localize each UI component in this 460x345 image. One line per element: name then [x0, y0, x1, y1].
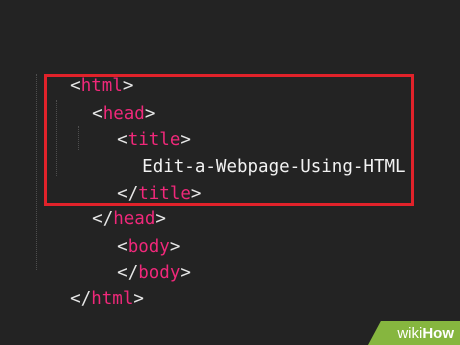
- code-line: <html>: [28, 47, 133, 96]
- head-highlight-box: [44, 74, 414, 206]
- logo-part: wiki: [397, 325, 423, 342]
- code-line: </body>: [75, 234, 191, 283]
- bracket: </: [70, 289, 92, 309]
- bracket: >: [133, 289, 144, 309]
- wikihow-logo: wikiHow: [397, 325, 454, 342]
- code-line: <body>: [75, 208, 180, 257]
- logo-part: How: [422, 325, 454, 342]
- tag-name: body: [138, 263, 181, 283]
- code-line: </html>: [28, 260, 144, 309]
- tag-name: html: [91, 289, 134, 309]
- code-editor[interactable]: <html> <head> <title> Edit-a-Webpage-Usi…: [0, 0, 460, 345]
- bracket: >: [180, 263, 191, 283]
